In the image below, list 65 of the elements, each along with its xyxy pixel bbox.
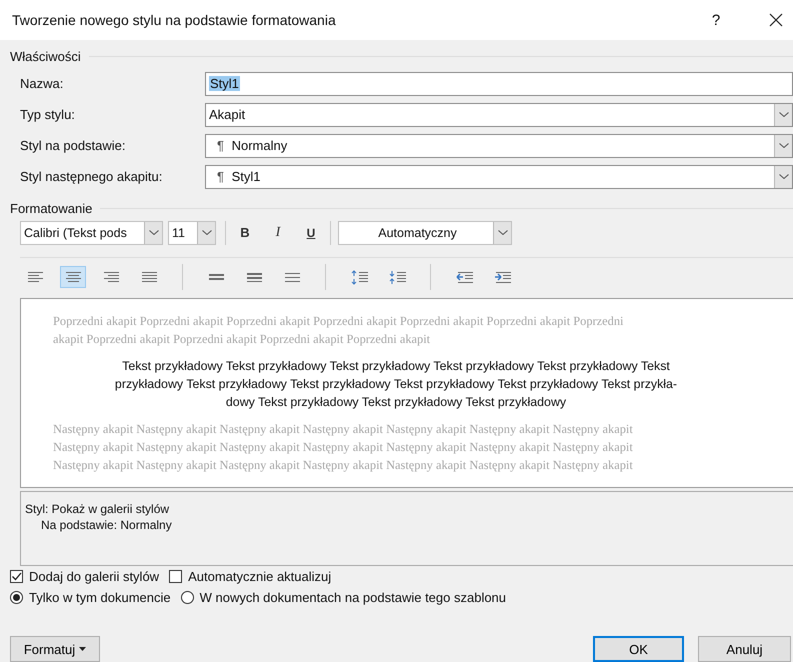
- close-button[interactable]: [769, 13, 783, 27]
- name-field[interactable]: Styl1: [205, 72, 793, 96]
- cancel-button[interactable]: Anuluj: [698, 636, 791, 662]
- dropdown-arrow-button[interactable]: [197, 222, 215, 244]
- underline-button[interactable]: U: [297, 226, 325, 240]
- description-text: Styl: Pokaż w galerii stylów: [25, 501, 170, 517]
- dropdown-arrow-button[interactable]: [774, 134, 792, 156]
- color-dropdown[interactable]: Automatyczny: [338, 220, 512, 244]
- paragraph-spacing-icon: [388, 270, 406, 284]
- checkbox[interactable]: [169, 570, 182, 583]
- next-paragraph-text: Następny akapit Następny akapit Następny akapit Następny akapit Następny akapit Następny akapit Następny akapit: [52, 421, 634, 438]
- dropdown-arrow-button[interactable]: [144, 222, 162, 244]
- radio-button[interactable]: [10, 591, 23, 604]
- chevron-down-icon: [778, 174, 788, 179]
- dropdown-field[interactable]: ¶ Styl1: [205, 164, 793, 188]
- align-center-button[interactable]: [60, 266, 86, 288]
- chevron-down-icon: [498, 230, 508, 235]
- field-label: Styl na podstawie:: [20, 138, 127, 153]
- ok-button[interactable]: OK: [593, 636, 684, 662]
- bold-button[interactable]: B: [231, 225, 259, 240]
- sample-text: przykładowy Tekst przykładowy Tekst przykładowy Tekst przykładowy Tekst przykładowy Tekst przykła-: [114, 376, 678, 393]
- chevron-down-icon: [778, 143, 788, 148]
- section-label: Formatowanie: [9, 200, 94, 216]
- sample-text: dowy Tekst przykładowy Tekst przykładowy Tekst przykładowy: [226, 394, 566, 411]
- one-half-spacing-icon: [246, 272, 262, 282]
- chevron-down-icon: [778, 112, 788, 117]
- dropdown-field[interactable]: ¶ Normalny: [205, 134, 793, 158]
- dropdown-arrow-button[interactable]: [774, 104, 792, 126]
- format-button[interactable]: Formatuj: [10, 636, 100, 662]
- next-paragraph-text: Następny akapit Następny akapit Następny akapit Następny akapit Następny akapit Następny akapit Następny akapit: [52, 439, 634, 456]
- caret-icon: [79, 647, 86, 651]
- window-title: Tworzenie nowego stylu na podstawie formatowania: [11, 12, 337, 28]
- decrease-indent-icon: [456, 270, 472, 284]
- single-spacing-icon: [208, 274, 224, 280]
- paragraph-spacing-icon: [350, 270, 368, 284]
- align-right-icon: [104, 272, 118, 282]
- checkbox-label: Automatycznie aktualizuj: [188, 569, 332, 584]
- font-dropdown[interactable]: Calibri (Tekst pods: [20, 220, 163, 244]
- previous-paragraph-text: akapit Poprzedni akapit Poprzedni akapit Poprzedni akapit Poprzedni akapit: [52, 331, 432, 348]
- sample-text: Tekst przykładowy Tekst przykładowy Tekst przykładowy Tekst przykładowy Tekst przykładowy Tekst: [122, 358, 670, 375]
- dropdown-arrow-button[interactable]: [493, 222, 511, 244]
- radio-button[interactable]: [180, 591, 194, 604]
- help-button[interactable]: ?: [706, 12, 726, 28]
- field-label: Nazwa:: [20, 76, 64, 91]
- size-dropdown[interactable]: 11: [168, 220, 216, 244]
- double-spacing-icon: [284, 272, 300, 282]
- previous-paragraph-text: Poprzedni akapit Poprzedni akapit Poprzedni akapit Poprzedni akapit Poprzedni akapit Poprzedni akapit Poprzedni: [52, 313, 625, 330]
- justify-icon: [142, 272, 156, 282]
- italic-button[interactable]: I: [264, 224, 292, 240]
- field-label: Styl następnego akapitu:: [20, 169, 164, 184]
- dropdown-arrow-button[interactable]: [774, 166, 792, 188]
- description-text: Na podstawie: Normalny: [40, 517, 173, 533]
- radio-label: W nowych dokumentach na podstawie tego szablonu: [200, 590, 506, 605]
- align-left-icon: [28, 272, 42, 282]
- increase-indent-icon: [494, 270, 510, 284]
- section-label: Właściwości: [9, 48, 82, 64]
- checkbox-label: Dodaj do galerii stylów: [29, 569, 160, 584]
- field-label: Typ stylu:: [20, 107, 76, 122]
- checkbox[interactable]: [10, 570, 23, 583]
- dropdown-field[interactable]: Akapit: [205, 102, 793, 126]
- align-center-icon: [66, 272, 80, 282]
- chevron-down-icon: [148, 230, 158, 235]
- radio-label: Tylko w tym dokumencie: [29, 590, 171, 605]
- next-paragraph-text: Następny akapit Następny akapit Następny akapit Następny akapit Następny akapit Następny akapit Następny akapit: [52, 457, 634, 474]
- chevron-down-icon: [202, 230, 212, 235]
